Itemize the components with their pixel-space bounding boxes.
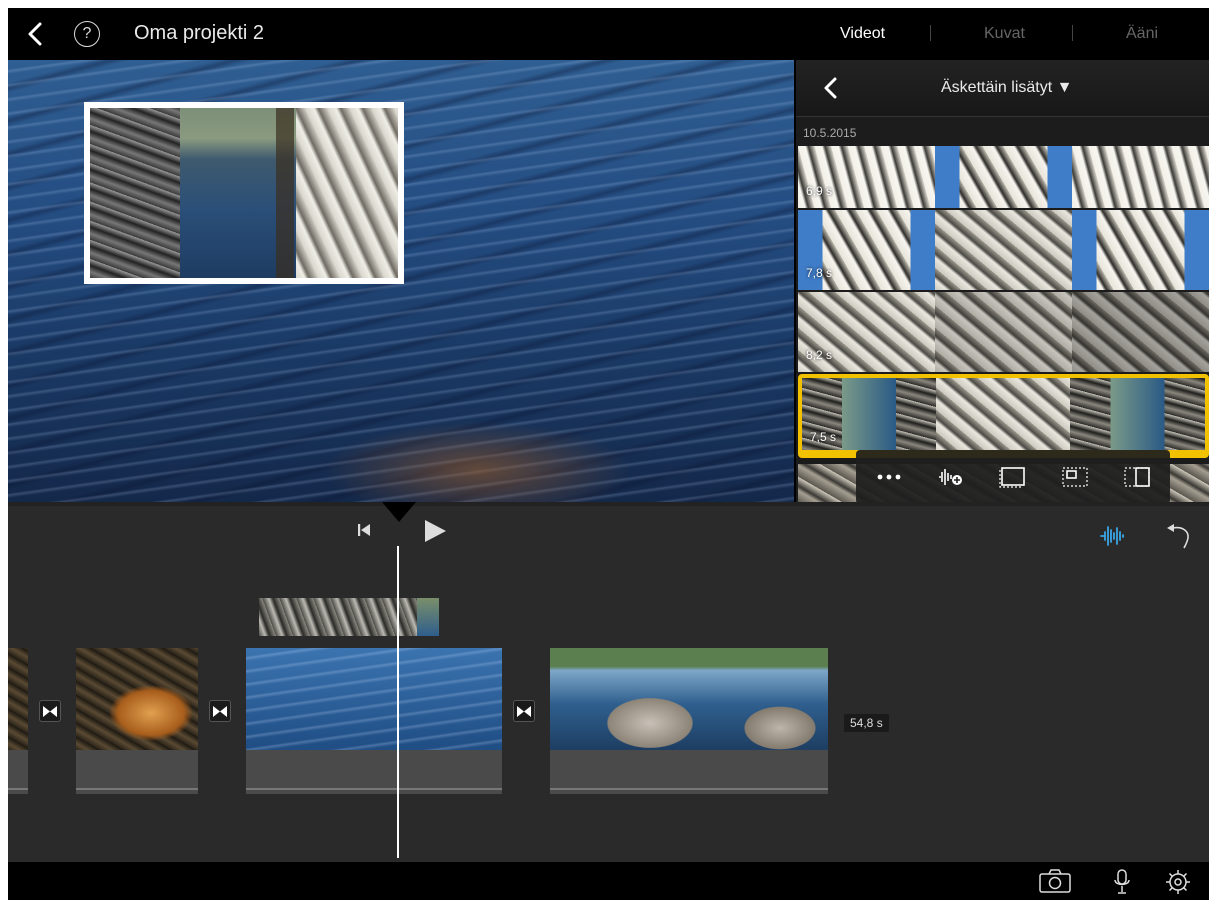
transition-button[interactable] — [513, 700, 535, 722]
timeline-clip[interactable] — [550, 648, 828, 750]
clip-audio-track — [8, 750, 28, 794]
waveform-icon — [1100, 526, 1124, 546]
timeline-clip[interactable] — [8, 648, 28, 750]
transition-button[interactable] — [39, 700, 61, 722]
clip-audio-track — [246, 750, 502, 794]
media-clip[interactable]: 8,2 s — [798, 292, 1209, 372]
top-bar: ? Oma projekti 2 Videot Kuvat Ääni — [8, 8, 1209, 60]
tab-divider — [1072, 25, 1073, 41]
project-title[interactable]: Oma projekti 2 — [134, 22, 264, 45]
more-icon — [877, 474, 901, 480]
help-icon: ? — [82, 25, 92, 42]
project-timeline[interactable]: 54,8 s — [8, 502, 1209, 862]
settings-button[interactable] — [1164, 868, 1192, 900]
imovie-app: ? Oma projekti 2 Videot Kuvat Ääni Äsket… — [8, 8, 1209, 900]
media-clip-selected[interactable]: 7,5 s — [798, 374, 1209, 458]
timeline-clip[interactable] — [76, 648, 198, 750]
undo-icon — [1167, 524, 1189, 549]
browser-header: Äskettäin lisätyt ▼ — [796, 60, 1209, 116]
chevron-left-icon — [824, 77, 837, 99]
transition-icon — [517, 706, 531, 717]
pip-overlay-clip[interactable] — [259, 598, 439, 636]
cutaway-button[interactable] — [982, 450, 1044, 502]
clip-action-bar — [856, 450, 1170, 502]
clip-duration: 7,8 s — [806, 266, 833, 280]
date-label: 10.5.2015 — [803, 126, 857, 140]
help-button[interactable]: ? — [74, 21, 100, 47]
clip-audio-track — [76, 750, 198, 794]
playhead-pointer — [382, 502, 416, 522]
camera-button[interactable] — [1038, 868, 1072, 899]
transition-button[interactable] — [209, 700, 231, 722]
split-screen-icon — [1124, 467, 1150, 487]
play-button[interactable] — [422, 518, 448, 544]
transition-icon — [43, 706, 57, 717]
add-audio-button[interactable] — [920, 450, 982, 502]
tab-kuvat[interactable]: Kuvat — [984, 25, 1025, 43]
cutaway-icon — [999, 467, 1025, 488]
bottom-bar — [8, 862, 1209, 900]
undo-button[interactable] — [1162, 522, 1192, 550]
media-tabs: Videot Kuvat Ääni — [808, 8, 1209, 60]
project-duration-badge: 54,8 s — [844, 714, 889, 732]
date-header: 10.5.2015 — [796, 116, 1209, 146]
media-clip[interactable]: 6,9 s — [798, 146, 1209, 208]
picture-in-picture-button[interactable] — [1044, 450, 1106, 502]
video-viewer[interactable] — [8, 60, 794, 502]
tab-videot[interactable]: Videot — [840, 25, 885, 43]
browser-back-button[interactable] — [820, 74, 842, 102]
tab-divider — [930, 25, 931, 41]
microphone-icon — [1114, 869, 1130, 894]
clip-duration: 6,9 s — [806, 184, 833, 198]
clip-duration: 8,2 s — [806, 348, 833, 362]
timeline-clip[interactable] — [246, 648, 502, 750]
media-browser: Äskettäin lisätyt ▼ 10.5.2015 6,9 s 7,8 … — [796, 60, 1209, 502]
voiceover-button[interactable] — [1112, 868, 1132, 900]
settings-icon — [1166, 870, 1190, 894]
picture-in-picture-frame[interactable] — [84, 102, 404, 284]
more-button[interactable] — [858, 450, 920, 502]
picture-in-picture-icon — [1062, 467, 1088, 487]
album-selector[interactable]: Äskettäin lisätyt ▼ — [941, 79, 1072, 97]
skip-back-icon — [358, 524, 370, 536]
media-clip[interactable]: 7,8 s — [798, 210, 1209, 290]
camera-icon — [1039, 869, 1071, 893]
transition-icon — [213, 706, 227, 717]
playhead[interactable] — [397, 546, 399, 858]
clip-audio-track — [550, 750, 828, 794]
audio-waveform-button[interactable] — [1100, 524, 1126, 548]
skip-to-start-button[interactable] — [356, 522, 372, 538]
play-icon — [425, 520, 446, 542]
clip-duration: 7,5 s — [810, 430, 837, 444]
chevron-left-icon — [28, 22, 42, 46]
pip-video — [90, 108, 398, 278]
back-button[interactable] — [22, 20, 50, 48]
tab-aani[interactable]: Ääni — [1126, 25, 1158, 43]
add-audio-icon — [939, 469, 962, 485]
split-screen-button[interactable] — [1106, 450, 1168, 502]
